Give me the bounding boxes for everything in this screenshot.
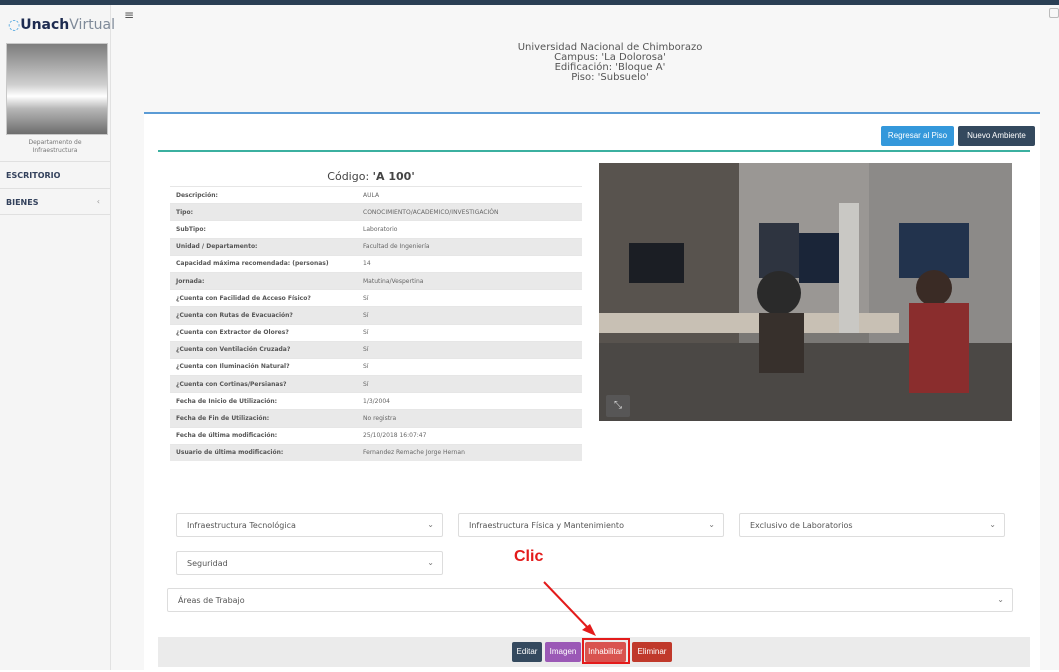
code-label: Código: bbox=[327, 170, 370, 183]
table-row: ¿Cuenta con Iluminación Natural? Sí bbox=[170, 357, 582, 376]
chevron-down-icon: ⌄ bbox=[989, 520, 996, 529]
field-label: ¿Cuenta con Rutas de Evacuación? bbox=[170, 306, 357, 324]
table-row: Capacidad máxima recomendada: (personas)… bbox=[170, 254, 582, 273]
click-annotation: Clic bbox=[514, 548, 544, 565]
department-line-2: Infraestructura bbox=[32, 147, 78, 154]
table-row: Fecha de Inicio de Utilización: 1/3/2004 bbox=[170, 392, 582, 410]
chevron-down-icon: ⌄ bbox=[427, 558, 434, 567]
field-value: Matutina/Vespertina bbox=[357, 271, 582, 290]
table-row: ¿Cuenta con Ventilación Cruzada? Sí bbox=[170, 340, 582, 359]
section-label: Seguridad bbox=[187, 559, 228, 568]
window-icon[interactable] bbox=[1049, 8, 1059, 18]
delete-button[interactable]: Eliminar bbox=[632, 642, 672, 662]
table-row: Jornada: Matutina/Vespertina bbox=[170, 271, 582, 290]
room-photo-illustration bbox=[599, 163, 1012, 421]
chevron-down-icon: ⌄ bbox=[997, 595, 1004, 604]
field-value: Sí bbox=[357, 375, 582, 393]
chevron-down-icon: ⌄ bbox=[427, 520, 434, 529]
section-label: Exclusivo de Laboratorios bbox=[750, 521, 853, 530]
field-value: AULA bbox=[357, 185, 582, 204]
details-table: Descripción: AULA Tipo: CONOCIMIENTO/ACADE… bbox=[170, 185, 582, 461]
room-photo[interactable] bbox=[599, 163, 1012, 421]
brand-name-bold: Unach bbox=[20, 17, 70, 33]
section-infraestructura-tecnologica[interactable]: Infraestructura Tecnológica ⌄ bbox=[176, 513, 443, 537]
image-button[interactable]: Imagen bbox=[545, 642, 581, 662]
field-label: Capacidad máxima recomendada: (personas) bbox=[170, 254, 357, 273]
chevron-down-icon: ⌄ bbox=[708, 520, 715, 529]
expand-icon[interactable]: ⤡ bbox=[606, 395, 630, 417]
field-value: Sí bbox=[357, 357, 582, 376]
chevron-left-icon: ‹ bbox=[96, 197, 100, 206]
table-row: ¿Cuenta con Cortinas/Persianas? Sí bbox=[170, 375, 582, 393]
code-title: Código: 'A 100' bbox=[296, 170, 446, 183]
brand-logo[interactable]: ◌UnachVirtual bbox=[8, 17, 115, 33]
field-label: SubTipo: bbox=[170, 220, 357, 239]
field-label: ¿Cuenta con Ventilación Cruzada? bbox=[170, 340, 357, 359]
new-environment-button[interactable]: Nuevo Ambiente bbox=[958, 126, 1035, 146]
field-label: Usuario de última modificación: bbox=[170, 443, 357, 461]
header-floor: Piso: 'Subsuelo' bbox=[571, 72, 649, 83]
annotation-arrow bbox=[543, 581, 596, 636]
back-to-floor-button[interactable]: Regresar al Piso bbox=[881, 126, 954, 146]
sidebar: ◌UnachVirtual Departamento de Infraestru… bbox=[0, 5, 115, 670]
globe-icon: ◌ bbox=[8, 17, 21, 33]
field-value: 1/3/2004 bbox=[357, 392, 582, 410]
table-row: Descripción: AULA bbox=[170, 185, 582, 204]
department-label: Departamento de Infraestructura bbox=[0, 139, 110, 155]
section-exclusivo-laboratorios[interactable]: Exclusivo de Laboratorios ⌄ bbox=[739, 513, 1005, 537]
section-infraestructura-fisica[interactable]: Infraestructura Física y Mantenimiento ⌄ bbox=[458, 513, 724, 537]
field-label: ¿Cuenta con Extractor de Olores? bbox=[170, 323, 357, 342]
table-row: Usuario de última modificación: Fernandez… bbox=[170, 443, 582, 461]
sidebar-item-escritorio[interactable]: ESCRITORIO bbox=[0, 161, 110, 188]
field-value: CONOCIMIENTO/ACADEMICO/INVESTIGACIÓN bbox=[357, 203, 582, 221]
section-label: Infraestructura Tecnológica bbox=[187, 521, 296, 530]
department-line-1: Departamento de bbox=[28, 139, 82, 146]
field-label: Fecha de última modificación: bbox=[170, 426, 357, 445]
section-label: Áreas de Trabajo bbox=[178, 596, 245, 605]
field-value: Facultad de Ingeniería bbox=[357, 237, 582, 256]
location-header: Universidad Nacional de Chimborazo Campu… bbox=[440, 43, 780, 83]
edit-button[interactable]: Editar bbox=[512, 642, 542, 662]
field-value: Sí bbox=[357, 340, 582, 359]
sidebar-item-bienes[interactable]: BIENES ‹ bbox=[0, 188, 110, 215]
field-label: Tipo: bbox=[170, 203, 357, 221]
table-row: ¿Cuenta con Rutas de Evacuación? Sí bbox=[170, 306, 582, 324]
field-label: Fecha de Fin de Utilización: bbox=[170, 409, 357, 428]
section-label: Infraestructura Física y Mantenimiento bbox=[469, 521, 624, 530]
brand-name-light: Virtual bbox=[69, 17, 116, 33]
field-value: Fernandez Remache Jorge Hernan bbox=[357, 443, 582, 461]
field-value: 25/10/2018 16:07:47 bbox=[357, 426, 582, 445]
table-row: ¿Cuenta con Facilidad de Acceso Físico? S… bbox=[170, 289, 582, 307]
field-value: Sí bbox=[357, 323, 582, 342]
field-label: Jornada: bbox=[170, 271, 357, 290]
sidebar-item-label: ESCRITORIO bbox=[6, 171, 61, 180]
table-row: Fecha de última modificación: 25/10/2018 … bbox=[170, 426, 582, 445]
field-label: ¿Cuenta con Iluminación Natural? bbox=[170, 357, 357, 376]
table-row: Fecha de Fin de Utilización: No registra bbox=[170, 409, 582, 428]
field-value: 14 bbox=[357, 254, 582, 273]
table-row: Tipo: CONOCIMIENTO/ACADEMICO/INVESTIGACIÓ… bbox=[170, 203, 582, 221]
field-value: No registra bbox=[357, 409, 582, 428]
table-row: Unidad / Departamento: Facultad de Ingeni… bbox=[170, 237, 582, 256]
table-row: SubTipo: Laboratorio bbox=[170, 220, 582, 239]
avatar bbox=[6, 43, 108, 135]
field-value: Laboratorio bbox=[357, 220, 582, 239]
code-value: 'A 100' bbox=[372, 170, 415, 183]
table-row: ¿Cuenta con Extractor de Olores? Sí bbox=[170, 323, 582, 342]
sidebar-item-label: BIENES bbox=[6, 198, 39, 207]
field-value: Sí bbox=[357, 289, 582, 307]
field-label: Fecha de Inicio de Utilización: bbox=[170, 392, 357, 410]
field-value: Sí bbox=[357, 306, 582, 324]
section-seguridad[interactable]: Seguridad ⌄ bbox=[176, 551, 443, 575]
field-label: Unidad / Departamento: bbox=[170, 237, 357, 256]
field-label: ¿Cuenta con Facilidad de Acceso Físico? bbox=[170, 289, 357, 307]
field-label: Descripción: bbox=[170, 185, 357, 204]
field-label: ¿Cuenta con Cortinas/Persianas? bbox=[170, 375, 357, 393]
highlight-box bbox=[582, 638, 630, 664]
menu-toggle-icon[interactable]: ≡ bbox=[124, 8, 134, 22]
